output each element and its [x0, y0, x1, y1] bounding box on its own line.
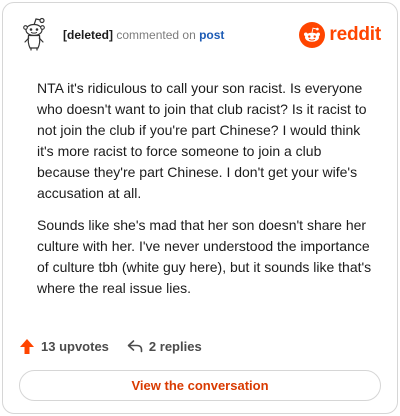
reply-count: 2 replies [148, 338, 202, 354]
reply-arrow-icon [127, 340, 143, 353]
reddit-snoo-icon [299, 22, 326, 48]
username[interactable]: [deleted] [63, 28, 113, 42]
comment-actions: 13 upvotes 2 replies [19, 336, 202, 356]
upvote-count: 13 upvotes [41, 338, 109, 354]
comment-body: NTA it's ridiculous to call your son rac… [37, 78, 375, 310]
view-conversation-button[interactable]: View the conversation [19, 370, 381, 401]
comment-byline: [deleted] commented on post [63, 28, 224, 42]
comment-paragraph: NTA it's ridiculous to call your son rac… [37, 80, 367, 201]
reddit-logo[interactable]: reddit [299, 21, 381, 49]
comment-card: [deleted] commented on post reddit NTA i… [2, 2, 398, 414]
snoo-avatar-icon [23, 17, 45, 51]
upvote-button[interactable]: 13 upvotes [19, 338, 109, 355]
brand-wordmark: reddit [329, 24, 381, 45]
post-link[interactable]: post [199, 28, 224, 42]
upvote-arrow-icon [20, 338, 34, 354]
comment-paragraph: Sounds like she's mad that her son doesn… [37, 217, 372, 296]
comment-header: [deleted] commented on post reddit [15, 15, 385, 55]
replies-button[interactable]: 2 replies [127, 339, 202, 354]
byline-action: commented on [116, 28, 196, 42]
